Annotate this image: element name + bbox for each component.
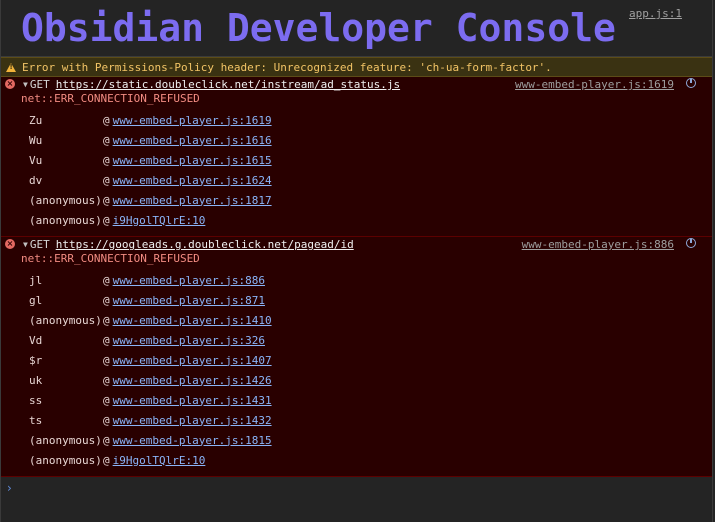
stack-frame: (anonymous) @ www-embed-player.js:1815 (1, 430, 712, 450)
replay-xhr-icon[interactable] (686, 238, 696, 248)
stack-frame: (anonymous) @ i9HgolTQlrE:10 (1, 210, 712, 230)
error-request-line[interactable]: × ▼ GET https://static.doubleclick.net/i… (1, 77, 712, 92)
source-link[interactable]: www-embed-player.js:1619 (515, 78, 674, 91)
prompt-chevron-icon: › (7, 481, 12, 495)
replay-xhr-icon[interactable] (686, 78, 696, 88)
stack-frame-link[interactable]: i9HgolTQlrE:10 (113, 454, 206, 467)
request-url[interactable]: https://static.doubleclick.net/instream/… (56, 78, 400, 91)
stack-frame: Vd @ www-embed-player.js:326 (1, 330, 712, 350)
stack-frame-link[interactable]: www-embed-player.js:1432 (113, 414, 272, 427)
stack-frame: $r @ www-embed-player.js:1407 (1, 350, 712, 370)
stack-frame-link[interactable]: www-embed-player.js:1410 (113, 314, 272, 327)
function-name: (anonymous) (29, 313, 102, 327)
error-message: net::ERR_CONNECTION_REFUSED (21, 252, 200, 265)
stack-frame: Wu @ www-embed-player.js:1616 (1, 130, 712, 150)
stack-frame-link[interactable]: www-embed-player.js:1616 (113, 134, 272, 147)
stack-frame-link[interactable]: www-embed-player.js:886 (113, 274, 265, 287)
error-x-icon: × (5, 239, 15, 249)
function-name: Vd (29, 333, 43, 347)
stack-frame: uk @ www-embed-player.js:1426 (1, 370, 712, 390)
console-styled-title: Obsidian Developer Console (21, 6, 616, 50)
warning-text: Error with Permissions-Policy header: Un… (22, 60, 552, 74)
stack-frame-link[interactable]: www-embed-player.js:1426 (113, 374, 272, 387)
source-link[interactable]: www-embed-player.js:886 (522, 238, 674, 251)
developer-console: Obsidian Developer Console app.js:1 Erro… (0, 0, 713, 522)
console-log-entry: Obsidian Developer Console app.js:1 (1, 0, 712, 57)
stack-frame-link[interactable]: www-embed-player.js:1619 (113, 114, 272, 127)
error-message: net::ERR_CONNECTION_REFUSED (21, 92, 200, 105)
stack-frame: Vu @ www-embed-player.js:1615 (1, 150, 712, 170)
function-name: ts (29, 413, 43, 427)
request-method: GET (29, 78, 50, 91)
function-name: Wu (29, 133, 43, 147)
stack-trace: Zu @ www-embed-player.js:1619 Wu @ www-embed… (1, 110, 712, 230)
stack-frame: (anonymous) @ www-embed-player.js:1410 (1, 310, 712, 330)
console-input[interactable] (17, 479, 682, 497)
stack-frame: (anonymous) @ i9HgolTQlrE:10 (1, 450, 712, 470)
stack-frame: (anonymous) @ www-embed-player.js:1817 (1, 190, 712, 210)
expand-triangle-icon[interactable]: ▼ (23, 80, 28, 89)
function-name: Zu (29, 113, 43, 127)
stack-frame-link[interactable]: www-embed-player.js:326 (113, 334, 265, 347)
function-name: Vu (29, 153, 43, 167)
error-entry: × ▼ GET https://googleads.g.doubleclick.… (1, 237, 712, 477)
stack-frame: Zu @ www-embed-player.js:1619 (1, 110, 712, 130)
error-request-line[interactable]: × ▼ GET https://googleads.g.doubleclick.… (1, 237, 712, 252)
stack-frame-link[interactable]: www-embed-player.js:1624 (113, 174, 272, 187)
function-name: (anonymous) (29, 213, 102, 227)
stack-frame-link[interactable]: www-embed-player.js:871 (113, 294, 265, 307)
console-prompt: › (1, 477, 712, 499)
function-name: gl (29, 293, 43, 307)
stack-trace: jl @ www-embed-player.js:886 gl @ www-embed-… (1, 270, 712, 470)
stack-frame-link[interactable]: www-embed-player.js:1817 (113, 194, 272, 207)
function-name: dv (29, 173, 43, 187)
function-name: $r (29, 353, 43, 367)
error-entry: × ▼ GET https://static.doubleclick.net/i… (1, 77, 712, 237)
function-name: uk (29, 373, 43, 387)
stack-frame: dv @ www-embed-player.js:1624 (1, 170, 712, 190)
function-name: (anonymous) (29, 453, 102, 467)
function-name: (anonymous) (29, 193, 102, 207)
stack-frame-link[interactable]: www-embed-player.js:1407 (113, 354, 272, 367)
stack-frame-link[interactable]: www-embed-player.js:1615 (113, 154, 272, 167)
function-name: ss (29, 393, 43, 407)
expand-triangle-icon[interactable]: ▼ (23, 240, 28, 249)
error-x-icon: × (5, 79, 15, 89)
stack-frame-link[interactable]: www-embed-player.js:1815 (113, 434, 272, 447)
stack-frame-link[interactable]: i9HgolTQlrE:10 (113, 214, 206, 227)
request-method: GET (29, 238, 50, 251)
stack-frame: ts @ www-embed-player.js:1432 (1, 410, 712, 430)
warning-triangle-icon (6, 62, 16, 72)
stack-frame: jl @ www-embed-player.js:886 (1, 270, 712, 290)
source-link[interactable]: app.js:1 (629, 7, 682, 20)
warning-message: Error with Permissions-Policy header: Un… (1, 57, 712, 77)
stack-frame-link[interactable]: www-embed-player.js:1431 (113, 394, 272, 407)
stack-frame: gl @ www-embed-player.js:871 (1, 290, 712, 310)
function-name: (anonymous) (29, 433, 102, 447)
request-url[interactable]: https://googleads.g.doubleclick.net/page… (56, 238, 354, 251)
function-name: jl (29, 273, 43, 287)
stack-frame: ss @ www-embed-player.js:1431 (1, 390, 712, 410)
